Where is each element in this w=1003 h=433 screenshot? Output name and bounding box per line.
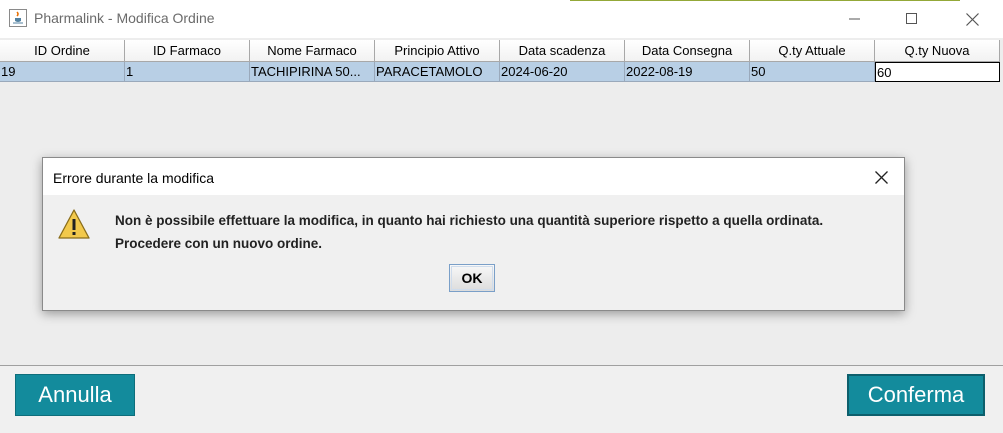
- cell-data-scadenza[interactable]: 2024-06-20: [500, 62, 625, 82]
- column-header-qty-nuova[interactable]: Q.ty Nuova: [875, 40, 1000, 62]
- ok-button[interactable]: OK: [449, 264, 495, 292]
- java-app-icon: [9, 9, 27, 27]
- cell-qty-attuale[interactable]: 50: [750, 62, 875, 82]
- cell-nome-farmaco[interactable]: TACHIPIRINA 50...: [250, 62, 375, 82]
- cell-data-consegna[interactable]: 2022-08-19: [625, 62, 750, 82]
- cell-qty-nuova-editor[interactable]: 60: [875, 62, 1000, 82]
- warning-icon: [58, 209, 90, 239]
- window-title: Pharmalink - Modifica Ordine: [34, 10, 215, 26]
- orders-table: ID Ordine ID Farmaco Nome Farmaco Princi…: [0, 40, 1000, 82]
- column-header-data-scadenza[interactable]: Data scadenza: [500, 40, 625, 62]
- titlebar-accent-line: [570, 0, 960, 1]
- column-header-nome-farmaco[interactable]: Nome Farmaco: [250, 40, 375, 62]
- error-dialog: Errore durante la modifica Non è possibi…: [42, 157, 905, 311]
- close-icon: [965, 12, 979, 26]
- dialog-titlebar: Errore durante la modifica: [43, 158, 904, 195]
- column-header-qty-attuale[interactable]: Q.ty Attuale: [750, 40, 875, 62]
- window-close-button[interactable]: [952, 4, 992, 34]
- dialog-title: Errore durante la modifica: [53, 170, 215, 186]
- cell-id-ordine[interactable]: 19: [0, 62, 125, 82]
- table-row[interactable]: 19 1 TACHIPIRINA 50... PARACETAMOLO 2024…: [0, 62, 1000, 82]
- cell-principio-attivo[interactable]: PARACETAMOLO: [375, 62, 500, 82]
- column-header-data-consegna[interactable]: Data Consegna: [625, 40, 750, 62]
- column-header-id-farmaco[interactable]: ID Farmaco: [125, 40, 250, 62]
- cancel-button[interactable]: Annulla: [15, 374, 135, 416]
- dialog-message-line1: Non è possibile effettuare la modifica, …: [115, 213, 824, 228]
- dialog-message: Non è possibile effettuare la modifica, …: [115, 209, 823, 255]
- column-header-id-ordine[interactable]: ID Ordine: [0, 40, 125, 62]
- maximize-button[interactable]: [892, 4, 932, 34]
- cell-id-farmaco[interactable]: 1: [125, 62, 250, 82]
- window-titlebar: Pharmalink - Modifica Ordine: [0, 0, 1003, 38]
- dialog-message-line2: Procedere con un nuovo ordine.: [115, 236, 323, 251]
- minimize-icon: [849, 18, 860, 20]
- maximize-icon: [906, 13, 917, 24]
- close-icon: [874, 170, 888, 184]
- column-header-principio-attivo[interactable]: Principio Attivo: [375, 40, 500, 62]
- table-header: ID Ordine ID Farmaco Nome Farmaco Princi…: [0, 40, 1000, 62]
- minimize-button[interactable]: [835, 4, 875, 34]
- confirm-button[interactable]: Conferma: [847, 374, 985, 416]
- dialog-close-button[interactable]: [869, 166, 893, 188]
